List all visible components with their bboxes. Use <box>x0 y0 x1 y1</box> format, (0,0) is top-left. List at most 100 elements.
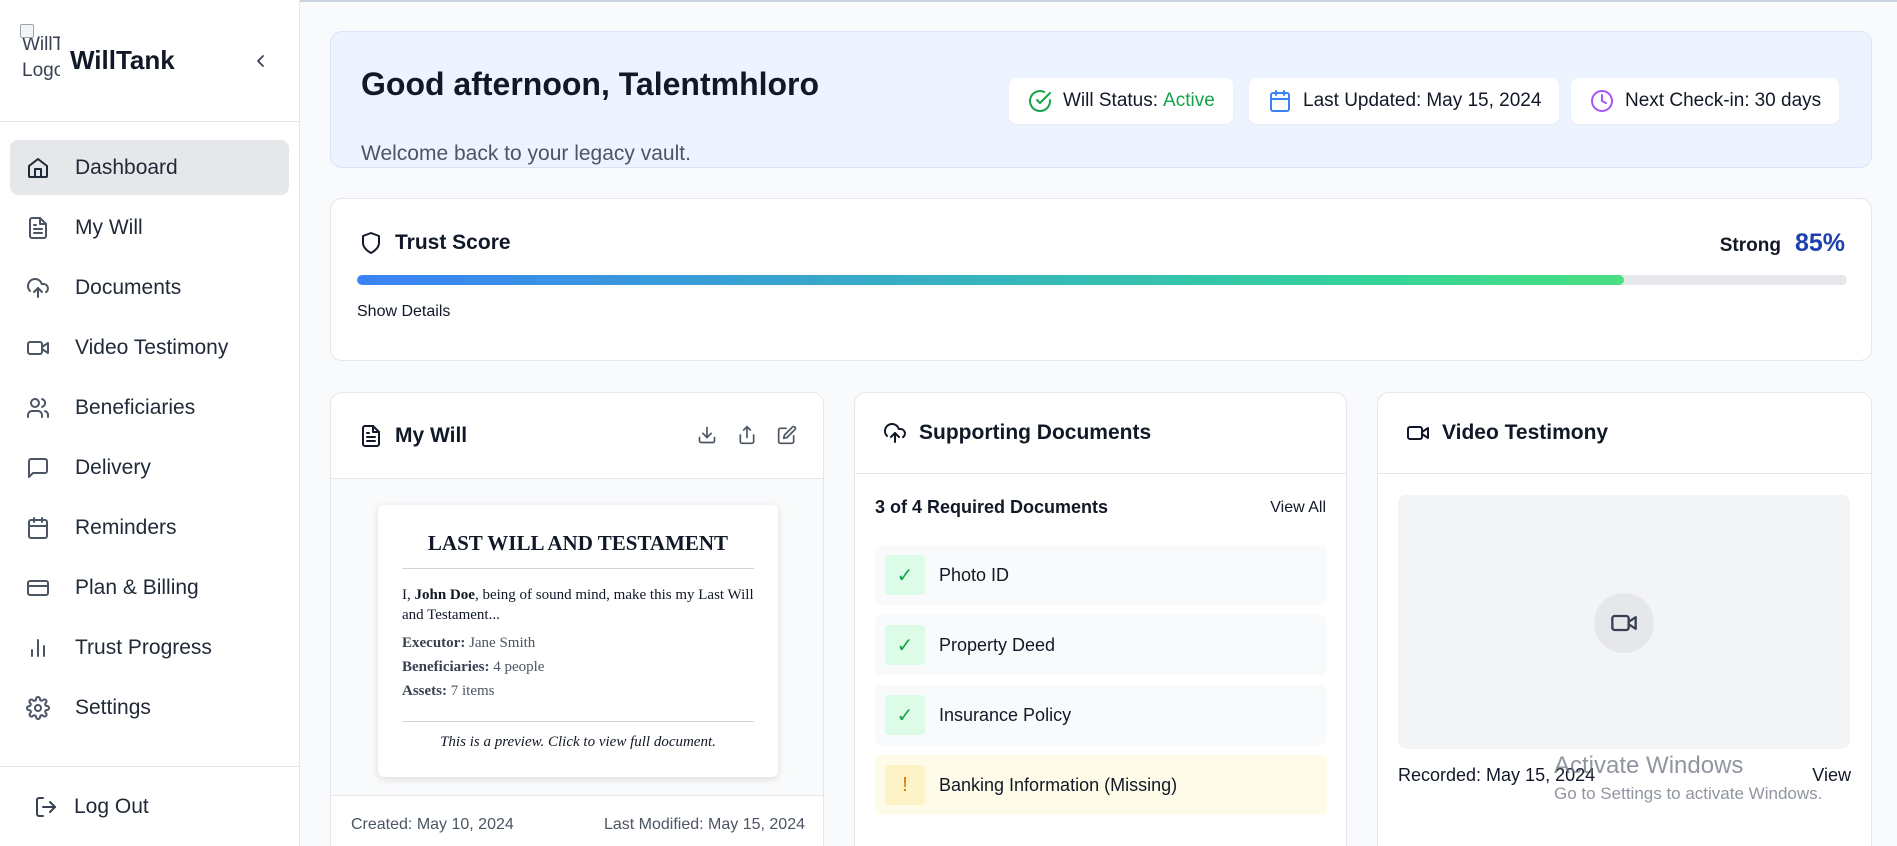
will-document-preview[interactable]: LAST WILL AND TESTAMENT I, John Doe, bei… <box>378 505 778 777</box>
beneficiaries-row: Beneficiaries: 4 people <box>402 659 754 676</box>
message-square-icon <box>24 454 52 482</box>
will-preview-area: LAST WILL AND TESTAMENT I, John Doe, bei… <box>331 479 823 795</box>
gear-icon <box>24 694 52 722</box>
logout-icon <box>32 793 60 821</box>
sidebar-item-label: My Will <box>75 215 143 239</box>
trust-score-progress-fill <box>357 275 1624 285</box>
calendar-icon <box>24 514 52 542</box>
recorded-date: Recorded: May 15, 2024 <box>1398 765 1596 785</box>
share-button[interactable] <box>735 423 759 447</box>
sidebar-item-documents[interactable]: Documents <box>10 260 289 315</box>
sidebar: WillTank Logo WillTank Dashboard My Will… <box>0 0 300 846</box>
alert-icon: ! <box>885 765 925 805</box>
last-updated-badge: Last Updated: May 15, 2024 <box>1249 78 1560 124</box>
next-checkin-value: 30 days <box>1754 90 1822 111</box>
sidebar-item-plan-billing[interactable]: Plan & Billing <box>10 560 289 615</box>
document-label: Insurance Policy <box>939 704 1072 725</box>
trust-score-progress-bar <box>357 275 1847 285</box>
will-status-label: Will Status: <box>1063 90 1159 111</box>
video-player[interactable] <box>1398 495 1850 749</box>
cloud-upload-icon <box>24 274 52 302</box>
document-label: Banking Information (Missing) <box>939 774 1178 795</box>
sidebar-item-label: Documents <box>75 275 182 299</box>
document-item-property-deed[interactable]: ✓ Property Deed <box>875 615 1327 675</box>
logout-label: Log Out <box>74 794 149 818</box>
executor-row: Executor: Jane Smith <box>402 635 754 652</box>
intro-prefix: I, <box>402 587 411 603</box>
bar-chart-icon <box>24 634 52 662</box>
play-video-button[interactable] <box>1594 593 1654 653</box>
clock-icon <box>1589 88 1615 114</box>
last-updated-label: Last Updated: <box>1303 90 1422 111</box>
will-intro: I, John Doe, being of sound mind, make t… <box>402 585 754 625</box>
sidebar-item-label: Reminders <box>75 515 177 539</box>
testator-name: John Doe <box>414 587 475 603</box>
logo-image: WillTank Logo <box>20 22 60 100</box>
view-all-link[interactable]: View All <box>1270 499 1326 517</box>
show-details-button[interactable]: Show Details <box>357 303 450 321</box>
edit-icon <box>777 425 797 445</box>
executor-label: Executor: <box>402 635 466 651</box>
documents-summary: 3 of 4 Required Documents <box>875 497 1109 517</box>
trust-score-title: Trust Score <box>357 229 511 257</box>
logout-button[interactable]: Log Out <box>0 766 300 846</box>
sidebar-item-trust-progress[interactable]: Trust Progress <box>10 620 289 675</box>
document-label: Property Deed <box>939 634 1056 655</box>
video-testimony-card: Video Testimony Recorded: May 15, 2024 V… <box>1377 392 1872 846</box>
video-icon <box>1611 614 1637 632</box>
sidebar-nav: Dashboard My Will Documents Video Testim… <box>0 122 299 735</box>
sidebar-item-settings[interactable]: Settings <box>10 680 289 735</box>
video-testimony-header: Video Testimony <box>1378 393 1871 474</box>
sidebar-item-video-testimony[interactable]: Video Testimony <box>10 320 289 375</box>
will-status-value: Active <box>1163 90 1215 111</box>
check-icon: ✓ <box>885 625 925 665</box>
greeting-subtitle: Welcome back to your legacy vault. <box>361 142 691 165</box>
trust-score-card: Trust Score Strong 85% Show Details <box>330 198 1872 361</box>
sidebar-item-reminders[interactable]: Reminders <box>10 500 289 555</box>
credit-card-icon <box>24 574 52 602</box>
video-icon <box>1404 419 1432 447</box>
assets-row: Assets: 7 items <box>402 683 754 700</box>
beneficiaries-label: Beneficiaries: <box>402 659 490 675</box>
trust-score-strength: Strong 85% <box>1720 229 1845 258</box>
sidebar-item-dashboard[interactable]: Dashboard <box>10 140 289 195</box>
sidebar-item-my-will[interactable]: My Will <box>10 200 289 255</box>
sidebar-item-label: Trust Progress <box>75 635 212 659</box>
brand-name: WillTank <box>70 45 175 75</box>
edit-button[interactable] <box>775 423 799 447</box>
last-updated-value: May 15, 2024 <box>1426 90 1542 111</box>
file-text-icon <box>357 422 385 450</box>
chevron-left-icon <box>257 55 264 67</box>
cloud-upload-icon <box>881 419 909 447</box>
my-will-actions <box>695 423 799 447</box>
file-text-icon <box>24 214 52 242</box>
supporting-documents-header: Supporting Documents <box>855 393 1346 474</box>
download-icon <box>698 426 716 444</box>
will-status-badge: Will Status: Active <box>1009 78 1233 124</box>
collapse-sidebar-button[interactable] <box>250 50 272 72</box>
sidebar-item-beneficiaries[interactable]: Beneficiaries <box>10 380 289 435</box>
greeting-title: Good afternoon, Talentmhloro <box>361 66 820 102</box>
supporting-documents-card: Supporting Documents 3 of 4 Required Doc… <box>854 392 1347 846</box>
my-will-card: My Will LAST WILL AND TESTAMENT I, John … <box>330 392 824 846</box>
document-item-banking-information[interactable]: ! Banking Information (Missing) <box>875 755 1327 815</box>
video-testimony-title: Video Testimony <box>1442 421 1609 444</box>
view-video-link[interactable]: View <box>1812 765 1851 786</box>
trust-score-percent: 85% <box>1794 229 1845 257</box>
next-checkin-label: Next Check-in: <box>1625 90 1750 111</box>
download-button[interactable] <box>695 423 719 447</box>
shield-icon <box>357 229 385 257</box>
executor-value: Jane Smith <box>469 635 536 651</box>
strength-label: Strong <box>1719 235 1781 256</box>
document-item-photo-id[interactable]: ✓ Photo ID <box>875 545 1327 605</box>
trust-score-title-text: Trust Score <box>395 231 511 254</box>
check-icon: ✓ <box>885 555 925 595</box>
sidebar-item-delivery[interactable]: Delivery <box>10 440 289 495</box>
last-modified-date: Last Modified: May 15, 2024 <box>603 816 805 833</box>
will-document-title: LAST WILL AND TESTAMENT <box>402 505 754 569</box>
next-checkin-badge: Next Check-in: 30 days <box>1571 78 1840 124</box>
sidebar-item-label: Dashboard <box>75 155 178 179</box>
sidebar-item-label: Plan & Billing <box>75 575 199 599</box>
brand-header: WillTank Logo WillTank <box>0 0 299 122</box>
document-item-insurance-policy[interactable]: ✓ Insurance Policy <box>875 685 1327 745</box>
